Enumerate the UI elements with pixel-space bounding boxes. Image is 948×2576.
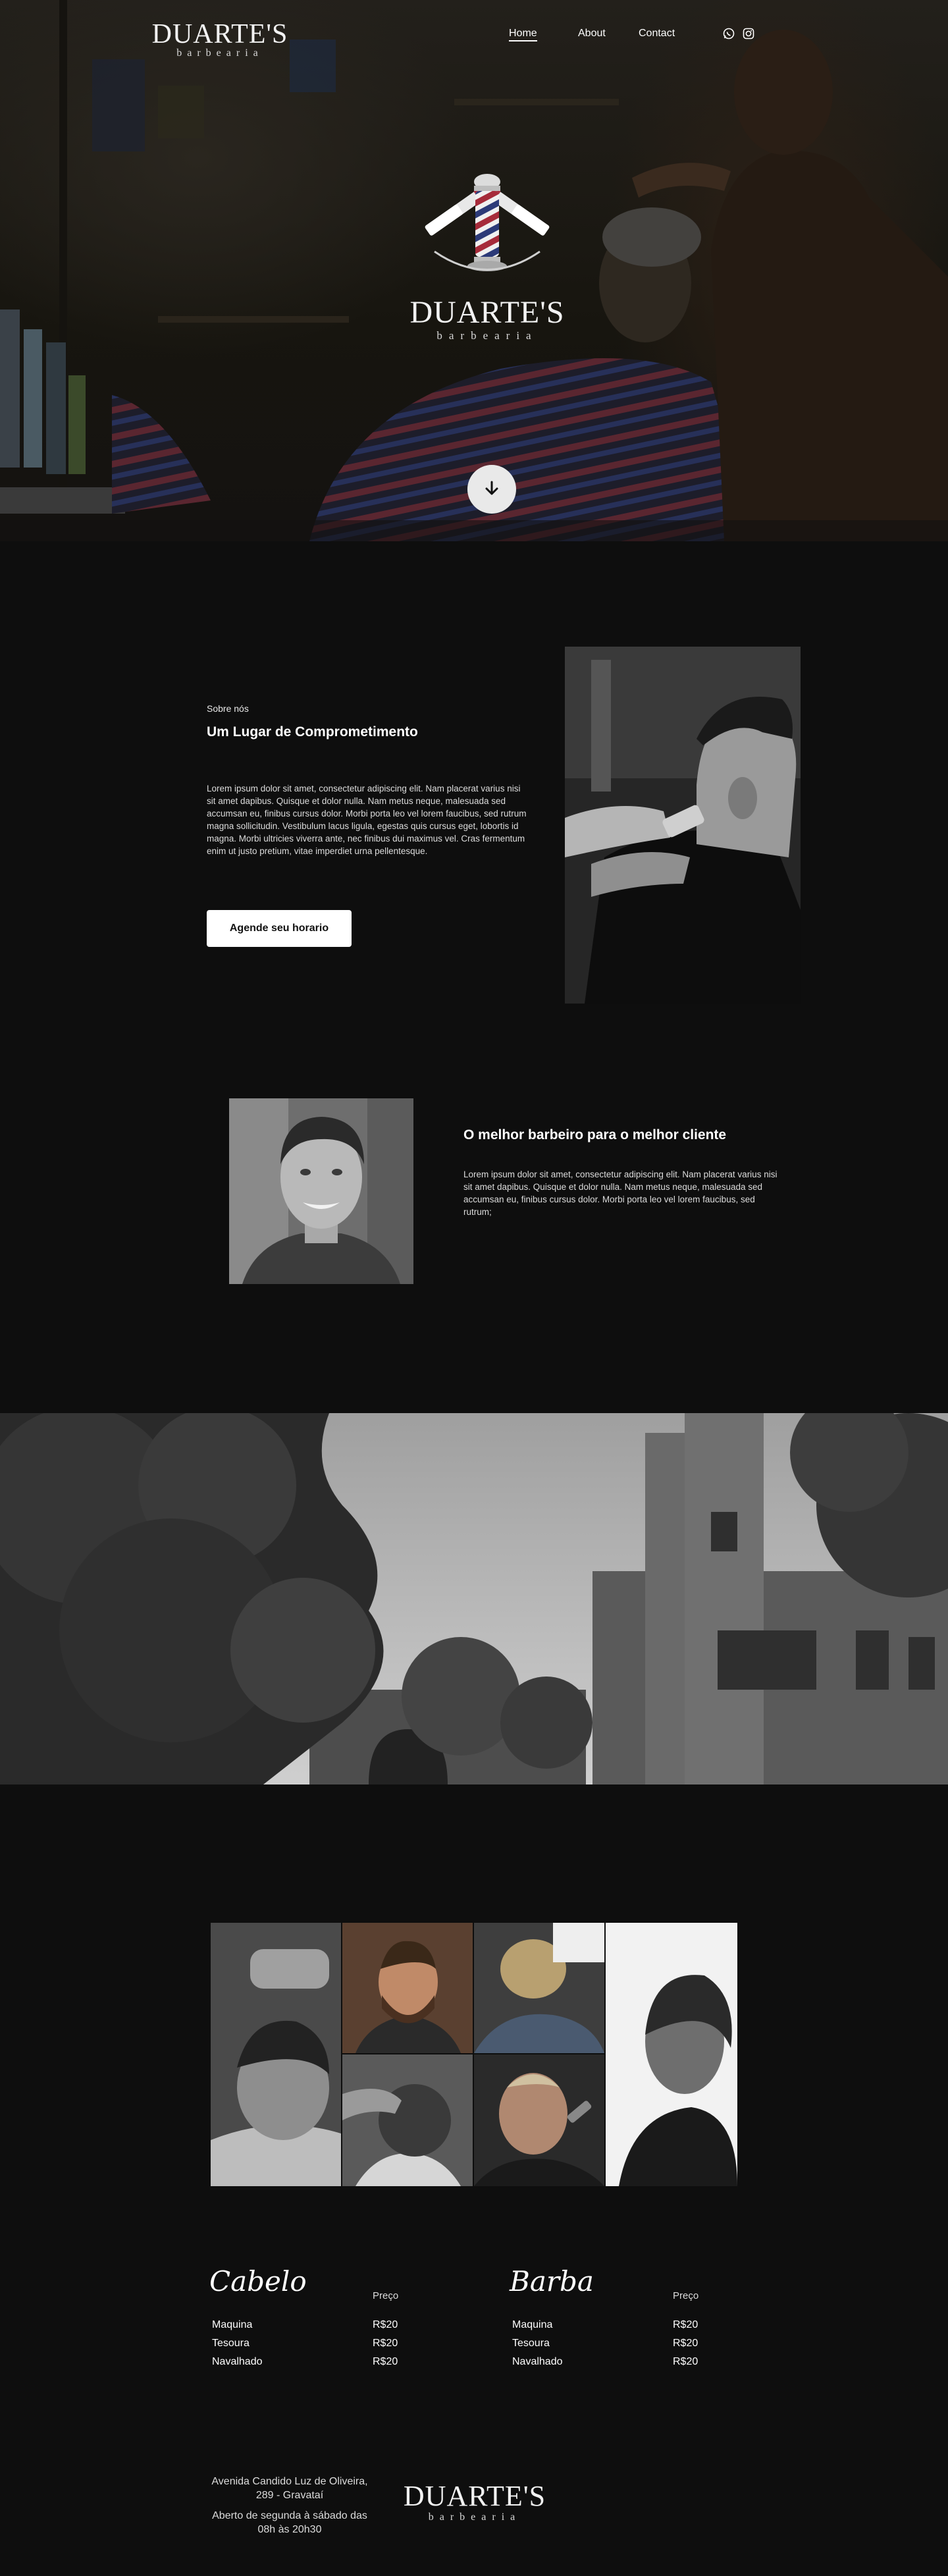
scroll-down-button[interactable] bbox=[467, 465, 516, 514]
hero-emblem bbox=[408, 173, 566, 284]
about-section: Sobre nós Um Lugar de Comprometimento Lo… bbox=[0, 541, 948, 1055]
gallery-section bbox=[211, 1923, 737, 2186]
about-body: Lorem ipsum dolor sit amet, consectetur … bbox=[207, 784, 527, 856]
footer-hours-line2: 08h às 20h30 bbox=[257, 2524, 322, 2535]
footer-info: Avenida Candido Luz de Oliveira, 289 - G… bbox=[198, 2475, 382, 2536]
footer-logo-sub: barbearia bbox=[428, 2511, 521, 2523]
footer-address-line1: Avenida Candido Luz de Oliveira, bbox=[211, 2476, 368, 2487]
gallery-photo-6 bbox=[474, 2054, 604, 2186]
price-item-value: R$20 bbox=[373, 2319, 398, 2330]
arrow-down-icon bbox=[483, 479, 500, 500]
about-eyebrow: Sobre nós bbox=[207, 703, 249, 714]
hero-logo: DUARTE'S barbearia bbox=[395, 296, 579, 342]
price-item-value: R$20 bbox=[373, 2338, 398, 2349]
about-photo bbox=[565, 647, 801, 1004]
nav-logo-word: DUARTE'S bbox=[151, 19, 288, 49]
barber-title: O melhor barbeiro para o melhor cliente bbox=[463, 1127, 727, 1142]
hero-logo-sub: barbearia bbox=[436, 329, 538, 342]
footer-logo-word: DUARTE'S bbox=[403, 2480, 546, 2512]
castle-banner-image bbox=[0, 1413, 948, 1784]
footer-address-line2: 289 - Gravataí bbox=[255, 2490, 324, 2501]
price-header-barba: Preço bbox=[673, 2290, 699, 2301]
gallery-photo-1 bbox=[211, 1923, 341, 2186]
price-item-name: Maquina bbox=[512, 2319, 553, 2330]
price-item-value: R$20 bbox=[373, 2356, 398, 2367]
gallery-photo-5 bbox=[342, 2054, 473, 2186]
price-item-name: Tesoura bbox=[512, 2338, 550, 2349]
barber-body: Lorem ipsum dolor sit amet, consectetur … bbox=[463, 1169, 777, 1217]
footer-hours-line1: Aberto de segunda à sábado das bbox=[212, 2510, 367, 2521]
gallery-photo-4 bbox=[606, 1923, 737, 2186]
footer: Avenida Candido Luz de Oliveira, 289 - G… bbox=[0, 2463, 948, 2576]
whatsapp-icon[interactable] bbox=[723, 28, 735, 40]
prices-section: Cabelo Preço Maquina R$20 Tesoura R$20 N… bbox=[0, 2265, 948, 2384]
nav-link-about[interactable]: About bbox=[578, 28, 606, 40]
gallery-photo-2 bbox=[342, 1923, 473, 2053]
price-item-value: R$20 bbox=[673, 2319, 698, 2330]
about-title: Um Lugar de Comprometimento bbox=[207, 724, 418, 739]
price-header-cabelo: Preço bbox=[373, 2290, 399, 2301]
barber-portrait bbox=[229, 1098, 413, 1284]
barber-section: O melhor barbeiro para o melhor cliente … bbox=[0, 1055, 948, 1413]
footer-logo: DUARTE'S barbearia bbox=[392, 2481, 557, 2523]
book-appointment-button[interactable]: Agende seu horario bbox=[207, 910, 352, 947]
price-item-name: Tesoura bbox=[212, 2338, 250, 2349]
price-title-barba: Barba bbox=[510, 2265, 594, 2297]
price-item-value: R$20 bbox=[673, 2338, 698, 2349]
instagram-icon[interactable] bbox=[743, 28, 754, 40]
hero-section: DUARTE'S barbearia Home About Contact DU… bbox=[0, 0, 948, 541]
hero-logo-word: DUARTE'S bbox=[409, 295, 565, 330]
gallery-photo-3 bbox=[474, 1923, 604, 2053]
nav-link-contact[interactable]: Contact bbox=[639, 28, 675, 40]
price-item-value: R$20 bbox=[673, 2356, 698, 2367]
nav-link-home[interactable]: Home bbox=[509, 28, 537, 41]
price-item-name: Navalhado bbox=[512, 2356, 563, 2367]
price-item-name: Maquina bbox=[212, 2319, 253, 2330]
nav-logo[interactable]: DUARTE'S barbearia bbox=[146, 20, 294, 59]
price-item-name: Navalhado bbox=[212, 2356, 263, 2367]
price-title-cabelo: Cabelo bbox=[209, 2265, 307, 2297]
